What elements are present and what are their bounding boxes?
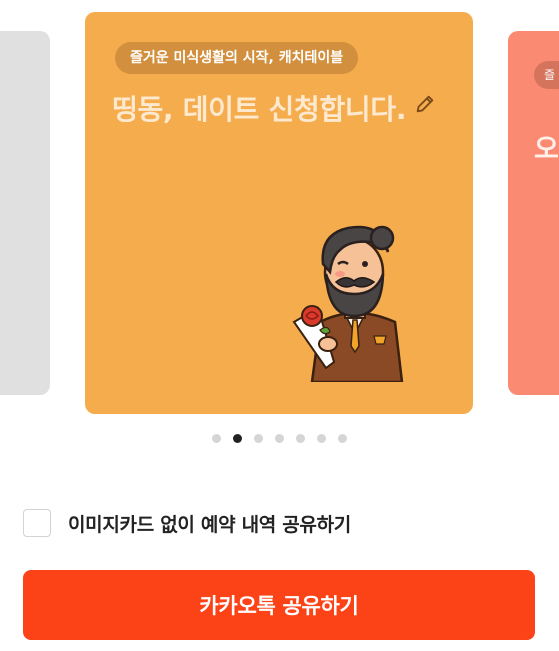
pagination-dot-active[interactable] [233, 434, 242, 443]
next-card-tagline: 즐 [534, 61, 559, 89]
gentleman-with-rose-illustration [292, 225, 404, 382]
pagination-dot[interactable] [338, 434, 347, 443]
previous-card-peek[interactable] [0, 31, 50, 395]
card-title: 띵동, 데이트 신청합니다. [112, 93, 407, 126]
no-image-card-option[interactable]: 이미지카드 없이 예약 내역 공유하기 [23, 509, 351, 537]
next-card-peek[interactable]: 즐 오 [508, 31, 559, 395]
pagination-dot[interactable] [317, 434, 326, 443]
next-card-title: 오 [534, 134, 559, 165]
carousel-pagination [212, 434, 347, 443]
card-title-row: 띵동, 데이트 신청합니다. [112, 88, 436, 128]
pagination-dot[interactable] [275, 434, 284, 443]
pagination-dot[interactable] [212, 434, 221, 443]
no-image-card-checkbox[interactable] [23, 509, 51, 537]
pagination-dot[interactable] [296, 434, 305, 443]
pencil-icon[interactable] [414, 93, 436, 115]
pagination-dot[interactable] [254, 434, 263, 443]
image-card[interactable]: 즐거운 미식생활의 시작, 캐치테이블 띵동, 데이트 신청합니다. [85, 12, 473, 414]
share-screen: 즐거운 미식생활의 시작, 캐치테이블 띵동, 데이트 신청합니다. 즐 오 이… [0, 0, 559, 651]
no-image-card-label[interactable]: 이미지카드 없이 예약 내역 공유하기 [68, 510, 351, 537]
kakaotalk-share-button[interactable]: 카카오톡 공유하기 [23, 570, 535, 640]
card-tagline: 즐거운 미식생활의 시작, 캐치테이블 [115, 42, 359, 74]
